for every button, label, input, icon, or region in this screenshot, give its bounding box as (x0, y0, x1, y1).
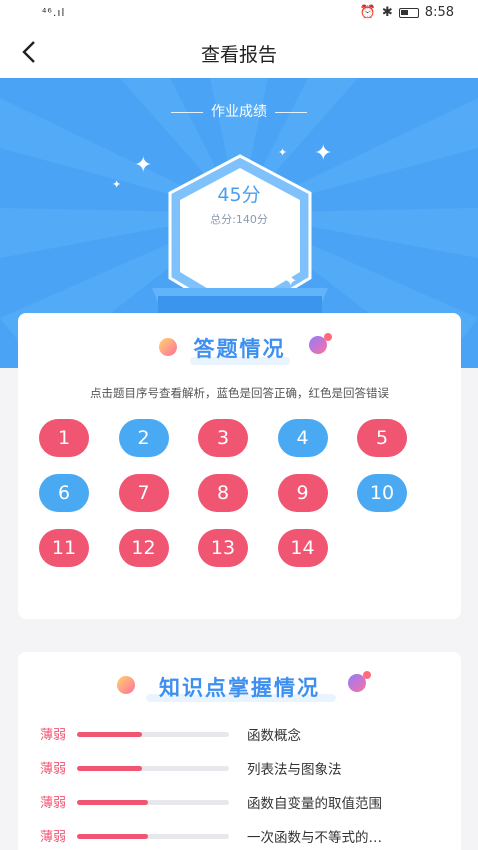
knowledge-point-name: 函数自变量的取值范围 (247, 796, 382, 812)
alarm-icon: ⏰ (359, 5, 376, 20)
knowledge-point-name: 一次函数与不等式的… (247, 830, 382, 846)
question-number-button[interactable]: 1 (39, 419, 89, 457)
mastery-progress-fill (77, 732, 143, 737)
knowledge-row[interactable]: 薄弱 函数概念 (18, 724, 461, 748)
knowledge-point-name: 列表法与图象法 (247, 762, 342, 778)
sparkle-icon: ✦ (134, 153, 153, 178)
hero-label: 作业成绩 (0, 101, 478, 121)
knowledge-section-title: 知识点掌握情况 (159, 676, 320, 700)
question-number-button[interactable]: 7 (118, 474, 169, 512)
answer-card: 答题情况 点击题目序号查看解析，蓝色是回答正确，红色是回答错误 12345678… (18, 313, 461, 619)
sparkle-icon: ✦ (314, 141, 333, 166)
question-number-button[interactable]: 3 (198, 419, 248, 457)
battery-icon (398, 7, 419, 18)
knowledge-point-name: 函数概念 (247, 728, 301, 744)
page-title: 查看报告 (200, 44, 277, 66)
knowledge-row[interactable]: 薄弱 列表法与图象法 (18, 758, 461, 782)
score-value: 45分 (217, 184, 261, 206)
knowledge-card: 知识点掌握情况 薄弱 函数概念 薄弱 列表法与图象法 薄弱 函数自变量的取值范围 薄弱 一次函… (18, 652, 461, 850)
knowledge-row[interactable]: 薄弱 一次函数与不等式的… (18, 826, 461, 850)
mastery-progress-fill (77, 800, 149, 805)
question-number-button[interactable]: 10 (357, 474, 407, 512)
question-number-button[interactable]: 14 (277, 529, 328, 567)
question-number-button[interactable]: 2 (118, 419, 169, 457)
question-number-button[interactable]: 5 (357, 419, 407, 457)
mastery-status-label: 薄弱 (40, 830, 67, 845)
total-score: 总分:140分 (210, 213, 268, 226)
sparkle-icon: ✦ (284, 271, 298, 290)
sparkle-icon: ✦ (112, 178, 122, 191)
decoration-dot-icon (309, 333, 332, 354)
nav-bar: 查看报告 (0, 28, 478, 78)
status-icons: ⏰ ✱ 8:58 (360, 5, 454, 20)
clock-time: 8:58 (424, 5, 454, 20)
answer-section-title: 答题情况 (193, 337, 286, 361)
sparkle-icon: ✦ (278, 146, 288, 159)
mastery-status-label: 薄弱 (40, 796, 67, 811)
score-ribbon-label: 本次得分 (206, 235, 271, 254)
question-number-button[interactable]: 9 (277, 474, 328, 512)
mastery-progress-bar (77, 800, 229, 805)
mastery-status-label: 薄弱 (40, 762, 67, 777)
question-number-button[interactable]: 13 (198, 529, 248, 567)
mastery-progress-fill (77, 766, 143, 771)
mastery-progress-bar (77, 834, 229, 839)
question-number-button[interactable]: 4 (277, 419, 328, 457)
question-number-button[interactable]: 6 (39, 474, 89, 512)
mastery-progress-bar (77, 766, 229, 771)
mastery-progress-fill (77, 834, 149, 839)
question-number-button[interactable]: 11 (39, 529, 89, 567)
knowledge-row[interactable]: 薄弱 函数自变量的取值范围 (18, 792, 461, 816)
answer-hint: 点击题目序号查看解析，蓝色是回答正确，红色是回答错误 (90, 386, 389, 400)
question-number-button[interactable]: 8 (198, 474, 248, 512)
question-number-button[interactable]: 12 (118, 529, 169, 567)
bluetooth-icon: ✱ (381, 5, 393, 20)
mastery-progress-bar (77, 732, 229, 737)
decoration-dot-icon (348, 671, 371, 692)
mastery-status-label: 薄弱 (40, 728, 67, 743)
status-bar: ⁴⁶.ıl ⏰ ✱ 8:58 (0, 0, 478, 28)
signal-indicator: ⁴⁶.ıl (42, 6, 66, 19)
